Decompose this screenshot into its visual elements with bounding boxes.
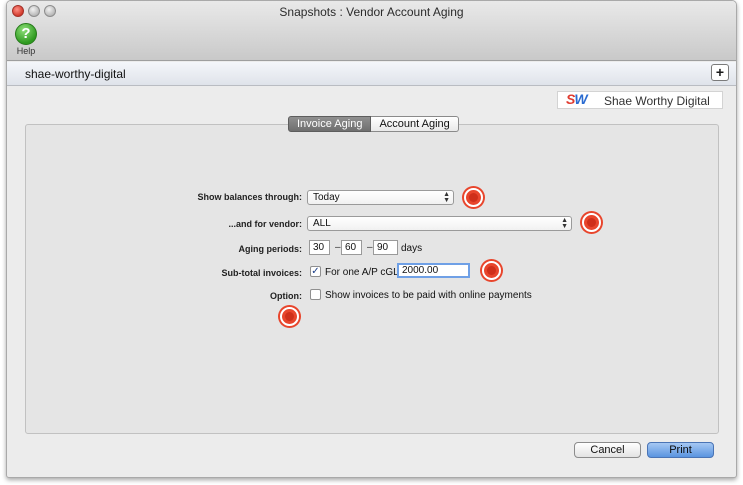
aging-separator: –	[335, 242, 341, 253]
show-balances-value: Today	[313, 192, 340, 203]
tab-account-aging[interactable]: Account Aging	[371, 116, 459, 132]
help-button[interactable]: ? Help	[13, 23, 39, 57]
add-button[interactable]: +	[711, 64, 729, 81]
logo-mark: SW	[566, 91, 588, 107]
aging-separator: –	[367, 242, 373, 253]
show-balances-label: Show balances through:	[197, 192, 302, 202]
app-window: Snapshots : Vendor Account Aging ? Help …	[6, 0, 737, 478]
select-arrows-icon: ▲ ▼	[561, 217, 568, 230]
help-icon: ?	[15, 23, 37, 45]
account-bar: shae-worthy-digital +	[7, 62, 736, 86]
window-title: Snapshots : Vendor Account Aging	[279, 5, 464, 19]
aging-periods-label: Aging periods:	[238, 244, 303, 254]
online-payments-checkbox[interactable]	[310, 289, 321, 300]
aging-period-2-input[interactable]: 60	[341, 240, 362, 255]
aging-unit: days	[401, 243, 423, 254]
aging-period-3-input[interactable]: 90	[373, 240, 398, 255]
subtotal-checkbox-label: For one A/P cGL:	[325, 267, 402, 278]
callout-marker	[280, 307, 299, 326]
option-label: Option:	[270, 291, 302, 301]
help-label: Help	[16, 46, 36, 56]
callout-marker	[464, 188, 483, 207]
report-options-panel	[25, 124, 719, 434]
tab-bar: Invoice Aging Account Aging	[288, 116, 459, 132]
subtotal-label: Sub-total invoices:	[221, 268, 302, 278]
vendor-label: ...and for vendor:	[228, 219, 302, 229]
cancel-button[interactable]: Cancel	[574, 442, 641, 458]
callout-marker	[582, 213, 601, 232]
vendor-select[interactable]: ALL ▲ ▼	[307, 216, 572, 231]
select-arrows-icon: ▲ ▼	[443, 191, 450, 204]
company-logo: SW Shae Worthy Digital	[557, 91, 723, 109]
logo-text: Shae Worthy Digital	[604, 94, 710, 108]
tab-invoice-aging[interactable]: Invoice Aging	[288, 116, 372, 132]
show-balances-select[interactable]: Today ▲ ▼	[307, 190, 454, 205]
print-button[interactable]: Print	[647, 442, 714, 458]
subtotal-amount-input[interactable]: 2000.00	[397, 263, 470, 278]
account-name: shae-worthy-digital	[25, 67, 126, 81]
aging-period-1-input[interactable]: 30	[309, 240, 330, 255]
online-payments-label: Show invoices to be paid with online pay…	[325, 290, 532, 301]
subtotal-checkbox[interactable]: ✓	[310, 266, 321, 277]
callout-marker	[482, 261, 501, 280]
title-bar: Snapshots : Vendor Account Aging ? Help	[7, 1, 736, 61]
vendor-value: ALL	[313, 218, 331, 229]
